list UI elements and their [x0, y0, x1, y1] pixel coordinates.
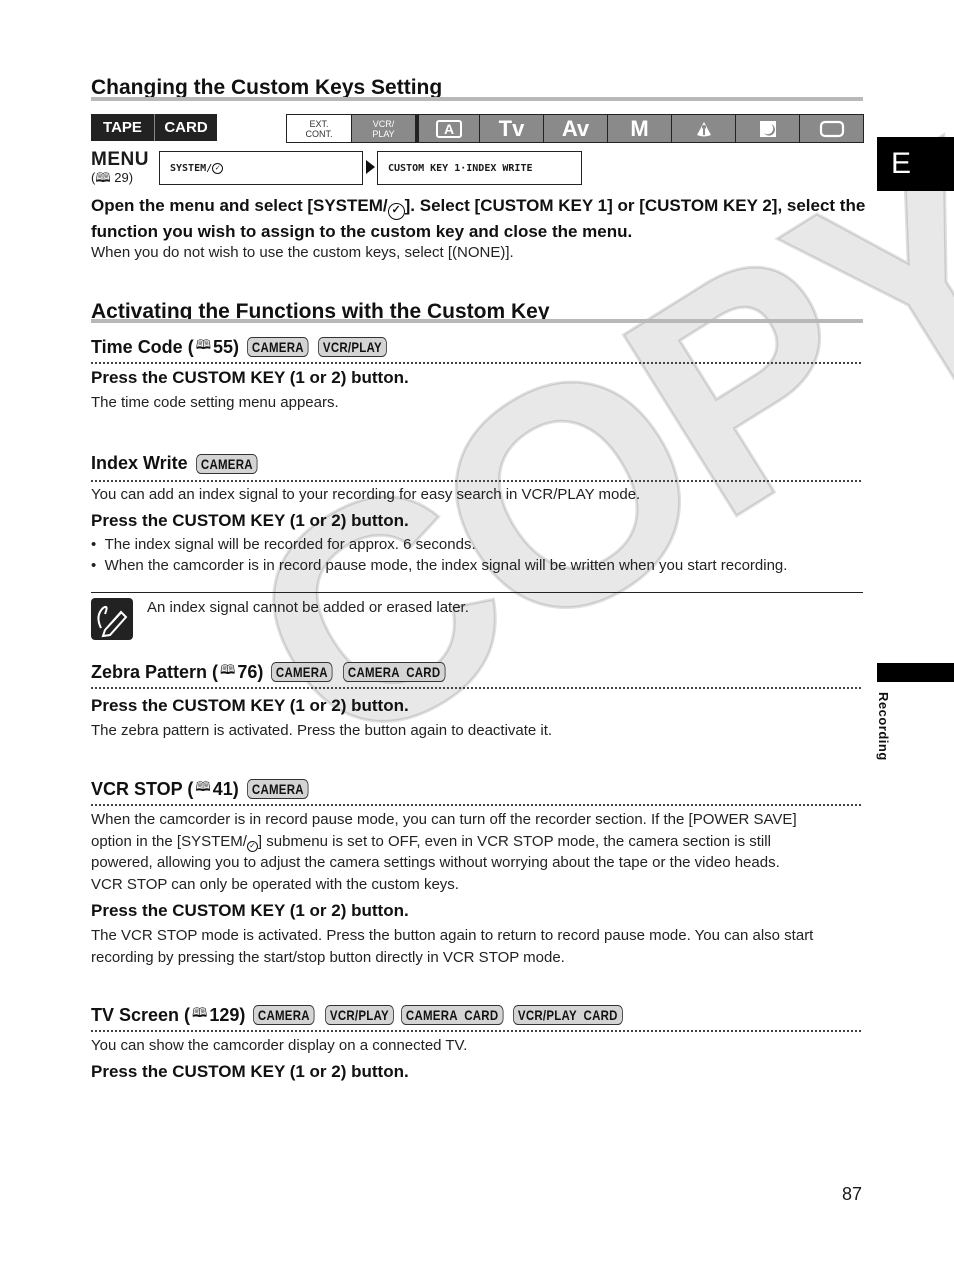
menu-page-ref: (🕮 29) [91, 170, 134, 185]
zebra-text: The zebra pattern is activated. Press th… [91, 722, 553, 739]
media-mode-card: CARD [154, 114, 217, 141]
menu-path-system: SYSTEM/ ✓ [159, 151, 363, 185]
badge-camera: CAMERA [271, 662, 334, 682]
media-mode-bar: TAPE CARD [91, 114, 217, 141]
book-icon: 🕮 [192, 1005, 208, 1020]
mode-manual: M [607, 115, 671, 142]
check-circle-icon: ✓ [246, 840, 258, 852]
page-number: 87 [842, 1184, 863, 1204]
dotted-divider [91, 1030, 861, 1032]
index-write-note: An index signal cannot be added or erase… [147, 599, 469, 616]
menu-label: MENU [91, 149, 149, 170]
spotlight-icon [696, 121, 711, 136]
check-circle-icon: ✓ [212, 162, 224, 174]
mode-spotlight [671, 115, 735, 142]
badge-camera-card: CAMERA CARD [342, 662, 445, 682]
subsection-tv-screen: TV Screen (🕮 129) CAMERA VCR/PLAY CAMERA … [91, 1004, 647, 1026]
section-rule [91, 319, 863, 323]
badge-camera: CAMERA [246, 779, 309, 799]
menu-path-custom-key: CUSTOM KEY 1·INDEX WRITE [377, 151, 582, 185]
press-instruction: Press the CUSTOM KEY (1 or 2) button. [91, 696, 409, 715]
dotted-divider [91, 480, 861, 482]
badge-camera: CAMERA [247, 337, 309, 357]
badge-vcr-play: VCR/PLAY [324, 1005, 394, 1025]
mode-auto: A [415, 115, 479, 142]
note-divider [91, 592, 863, 593]
mode-ext-cont: EXT. CONT. [287, 115, 351, 142]
press-instruction: Press the CUSTOM KEY (1 or 2) button. [91, 901, 409, 920]
subsection-vcr-stop: VCR STOP (🕮 41) CAMERA [91, 778, 322, 800]
auto-mode-icon: A [435, 119, 463, 138]
bullet-item: • When the camcorder is in record pause … [91, 557, 788, 574]
subsection-zebra-pattern: Zebra Pattern (🕮 76) CAMERA CAMERA CARD [91, 661, 467, 683]
scene-frame-icon [819, 120, 844, 137]
press-instruction: Press the CUSTOM KEY (1 or 2) button. [91, 511, 409, 530]
dotted-divider [91, 687, 861, 689]
check-circle-icon: ✓ [387, 203, 405, 220]
instruction-text: Open the menu and select [SYSTEM/✓]. Sel… [91, 196, 866, 241]
language-tab: E [877, 137, 954, 191]
mode-av: Av [543, 115, 607, 142]
section-tab-label: Recording [876, 692, 891, 761]
dotted-divider [91, 362, 861, 364]
book-icon: 🕮 [195, 337, 212, 352]
note-pencil-icon [91, 598, 133, 640]
vcr-stop-intro: When the camcorder is in record pause mo… [91, 811, 797, 893]
mode-vcr-play: VCR/ PLAY [351, 115, 415, 142]
subsection-time-code: Time Code (🕮 55) CAMERA VCR/PLAY [91, 336, 402, 358]
mode-night [735, 115, 799, 142]
badge-camera-card: CAMERA CARD [400, 1005, 503, 1025]
time-code-text: The time code setting menu appears. [91, 394, 339, 411]
bullet-item: • The index signal will be recorded for … [91, 536, 476, 553]
book-icon: 🕮 [220, 662, 236, 677]
book-icon: 🕮 [195, 779, 211, 794]
night-icon [759, 120, 776, 137]
menu-arrow-icon [366, 160, 375, 174]
vcr-stop-text: The VCR STOP mode is activated. Press th… [91, 927, 814, 966]
press-instruction: Press the CUSTOM KEY (1 or 2) button. [91, 1062, 409, 1081]
press-instruction: Press the CUSTOM KEY (1 or 2) button. [91, 368, 409, 387]
dotted-divider [91, 804, 861, 806]
shooting-mode-bar: EXT. CONT. VCR/ PLAY A Tv Av M [286, 114, 864, 143]
index-write-intro: You can add an index signal to your reco… [91, 486, 641, 503]
section-tab-marker [877, 663, 954, 682]
media-mode-tape: TAPE [91, 114, 154, 141]
badge-camera: CAMERA [253, 1005, 316, 1025]
badge-camera: CAMERA [195, 453, 258, 474]
section-rule [91, 97, 863, 101]
badge-vcr-play-card: VCR/PLAY CARD [513, 1005, 623, 1025]
badge-vcr-play: VCR/PLAY [318, 337, 388, 357]
subsection-index-write: Index Write CAMERA [91, 453, 271, 474]
mode-tv: Tv [479, 115, 543, 142]
instruction-note: When you do not wish to use the custom k… [91, 244, 514, 261]
book-icon: 🕮 [95, 170, 111, 185]
tv-screen-intro: You can show the camcorder display on a … [91, 1037, 468, 1054]
mode-scene [799, 115, 863, 142]
menu-path-system-text: SYSTEM/ [170, 162, 213, 174]
